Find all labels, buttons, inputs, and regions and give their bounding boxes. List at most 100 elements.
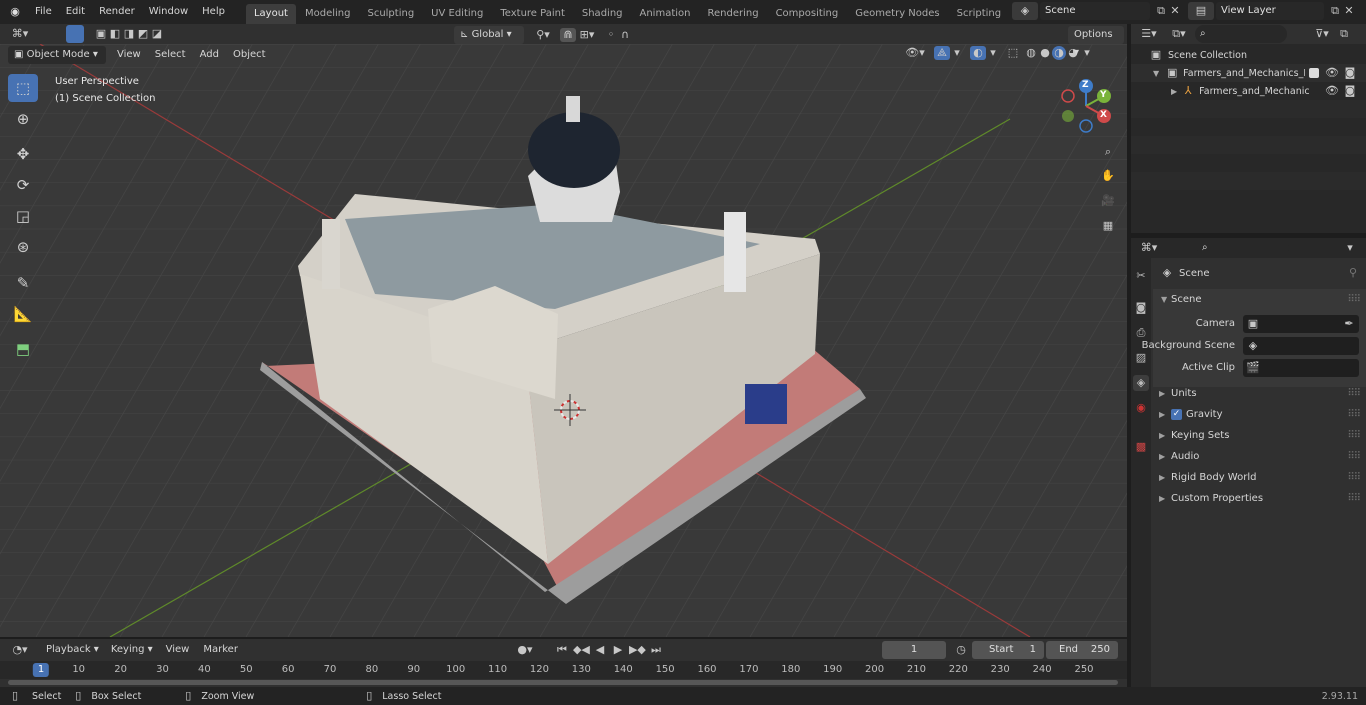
- transform-orientation-dropdown[interactable]: ⊾ Global ▾: [454, 26, 524, 44]
- tab-texture-paint[interactable]: Texture Paint: [492, 4, 573, 24]
- play-icon[interactable]: ▶: [611, 643, 625, 657]
- tool-rotate[interactable]: ⟳: [8, 171, 38, 199]
- tool-scale[interactable]: ◲: [8, 202, 38, 230]
- xray-icon[interactable]: ⬚: [1006, 46, 1020, 60]
- keying-dropdown[interactable]: Keying ▾: [105, 641, 159, 659]
- current-frame-marker[interactable]: 1: [32, 663, 50, 677]
- visibility-icon[interactable]: 👁▾: [902, 46, 928, 60]
- timeline-menu-view[interactable]: View: [159, 639, 197, 661]
- viewport-menu-select[interactable]: Select: [148, 46, 193, 64]
- current-frame-field[interactable]: 1: [882, 641, 946, 659]
- menu-render[interactable]: Render: [92, 0, 142, 24]
- next-keyframe-icon[interactable]: ▶◆: [629, 643, 646, 657]
- shading-solid-icon[interactable]: ●: [1038, 46, 1052, 60]
- prev-keyframe-icon[interactable]: ◆◀: [573, 643, 590, 657]
- active-clip-field[interactable]: 🎬: [1243, 359, 1359, 377]
- preview-range-icon[interactable]: ◷: [954, 643, 968, 657]
- section-custom-properties[interactable]: ▶ Custom Properties ⠿⠿: [1131, 488, 1366, 509]
- select-mode-extend-icon[interactable]: ◧: [108, 27, 122, 41]
- tab-modeling[interactable]: Modeling: [297, 4, 359, 24]
- menu-edit[interactable]: Edit: [59, 0, 92, 24]
- remove-scene-icon[interactable]: ✕: [1168, 4, 1182, 18]
- start-frame-field[interactable]: Start 1: [972, 641, 1044, 659]
- object-mode-dropdown[interactable]: ▣ Object Mode ▾: [8, 46, 106, 64]
- tab-rendering[interactable]: Rendering: [699, 4, 766, 24]
- tab-uv-editing[interactable]: UV Editing: [423, 4, 491, 24]
- menu-file[interactable]: File: [28, 0, 59, 24]
- tool-add-cube[interactable]: ⬒: [8, 335, 38, 363]
- select-mode-intersect-icon[interactable]: ◪: [150, 27, 164, 41]
- gravity-grip-icon[interactable]: ⠿⠿: [1347, 404, 1361, 425]
- keying-sets-grip-icon[interactable]: ⠿⠿: [1347, 425, 1361, 446]
- select-box-mode[interactable]: [66, 25, 84, 43]
- blender-logo-icon[interactable]: ◉: [8, 5, 22, 19]
- section-gravity[interactable]: ▶ ✓ Gravity ⠿⠿: [1131, 404, 1366, 425]
- select-mode-new-icon[interactable]: ▣: [94, 27, 108, 41]
- units-grip-icon[interactable]: ⠿⠿: [1347, 383, 1361, 404]
- options-dropdown[interactable]: Options ▾: [1068, 26, 1124, 58]
- zoom-view-icon[interactable]: ⌕: [1101, 145, 1115, 159]
- gizmo-dropdown-icon[interactable]: ▾: [950, 46, 964, 60]
- timeline-scrollbar[interactable]: [8, 680, 1118, 685]
- eyedropper-icon[interactable]: ✒: [1342, 317, 1356, 331]
- navigation-gizmo[interactable]: Z Y X: [1058, 78, 1114, 134]
- properties-editor-icon[interactable]: ⌘▾: [1137, 241, 1161, 255]
- section-rigid-body-world[interactable]: ▶ Rigid Body World ⠿⠿: [1131, 467, 1366, 488]
- shading-dropdown-icon[interactable]: ▾: [1080, 46, 1094, 60]
- shading-wireframe-icon[interactable]: ◍: [1024, 46, 1038, 60]
- shading-material-icon[interactable]: ◑: [1052, 46, 1066, 60]
- pin-icon[interactable]: ⚲: [1346, 266, 1360, 280]
- audio-grip-icon[interactable]: ⠿⠿: [1347, 446, 1361, 467]
- object-render-camera-icon[interactable]: ◙: [1343, 84, 1357, 98]
- properties-options-icon[interactable]: ▾: [1343, 241, 1357, 255]
- menu-window[interactable]: Window: [142, 0, 195, 24]
- render-tab-icon[interactable]: ◙: [1133, 300, 1149, 316]
- pivot-point-icon[interactable]: ⚲▾: [532, 28, 554, 42]
- end-frame-field[interactable]: End 250: [1046, 641, 1118, 659]
- tool-select-box[interactable]: ⬚: [8, 74, 38, 102]
- custom-properties-grip-icon[interactable]: ⠿⠿: [1347, 488, 1361, 509]
- perspective-toggle-icon[interactable]: ▦: [1101, 219, 1115, 233]
- playback-dropdown[interactable]: Playback ▾: [40, 641, 105, 659]
- outliner-row-scene-collection[interactable]: ▣ Scene Collection: [1131, 46, 1366, 64]
- section-audio[interactable]: ▶ Audio ⠿⠿: [1131, 446, 1366, 467]
- jump-start-icon[interactable]: ⏮: [555, 643, 569, 657]
- collapse-arrow-icon[interactable]: ▶: [1171, 87, 1177, 96]
- tab-animation[interactable]: Animation: [632, 4, 699, 24]
- exclude-checkbox-icon[interactable]: [1309, 68, 1319, 78]
- tab-layout[interactable]: Layout: [245, 4, 296, 24]
- tab-scripting[interactable]: Scripting: [949, 4, 1009, 24]
- new-collection-icon[interactable]: ⧉: [1337, 27, 1351, 41]
- falloff-icon[interactable]: ∩: [618, 28, 632, 42]
- scene-panel-grip-icon[interactable]: ⠿⠿: [1347, 289, 1361, 310]
- snap-target-icon[interactable]: ⊞▾: [576, 28, 598, 42]
- overlay-dropdown-icon[interactable]: ▾: [986, 46, 1000, 60]
- menu-help[interactable]: Help: [195, 0, 232, 24]
- tab-shading[interactable]: Shading: [574, 4, 631, 24]
- render-camera-icon[interactable]: ◙: [1343, 66, 1357, 80]
- frame-ruler[interactable]: 1 10 20 30 40 50 60 70 80 90 100 110 120 130 140 150 160…: [0, 661, 1127, 679]
- tool-settings-tab-icon[interactable]: ✂: [1133, 268, 1149, 284]
- timeline-editor-icon[interactable]: ◔▾: [8, 643, 32, 657]
- 3d-viewport[interactable]: User Perspective (1) Scene Collection ⬚ …: [0, 44, 1127, 637]
- viewport-menu-add[interactable]: Add: [193, 46, 226, 64]
- proportional-edit-icon[interactable]: ◦: [604, 28, 618, 42]
- tool-annotate[interactable]: ✎: [8, 269, 38, 297]
- jump-end-icon[interactable]: ⏭: [649, 643, 663, 657]
- tab-compositing[interactable]: Compositing: [768, 4, 847, 24]
- display-mode-icon[interactable]: ⧉▾: [1167, 27, 1191, 41]
- editor-type-icon[interactable]: ⌘▾: [8, 27, 32, 41]
- camera-field[interactable]: ▣ ✒: [1243, 315, 1359, 333]
- tool-cursor[interactable]: ⊕: [8, 105, 38, 133]
- scene-name-field[interactable]: Scene: [1040, 2, 1150, 20]
- viewport-canvas[interactable]: [0, 44, 1127, 637]
- overlay-toggle-icon[interactable]: ◐: [970, 46, 986, 60]
- tool-transform[interactable]: ⊛: [8, 233, 38, 261]
- properties-search-input[interactable]: ⌕: [1197, 239, 1289, 257]
- new-scene-icon[interactable]: ⧉: [1154, 4, 1168, 18]
- scene-panel-header[interactable]: ▼ Scene ⠿⠿: [1153, 289, 1366, 310]
- gizmo-toggle-icon[interactable]: ⟁: [934, 46, 950, 60]
- rigid-body-grip-icon[interactable]: ⠿⠿: [1347, 467, 1361, 488]
- scene-icon[interactable]: ◈: [1012, 2, 1038, 20]
- expand-arrow-icon[interactable]: ▼: [1153, 69, 1159, 78]
